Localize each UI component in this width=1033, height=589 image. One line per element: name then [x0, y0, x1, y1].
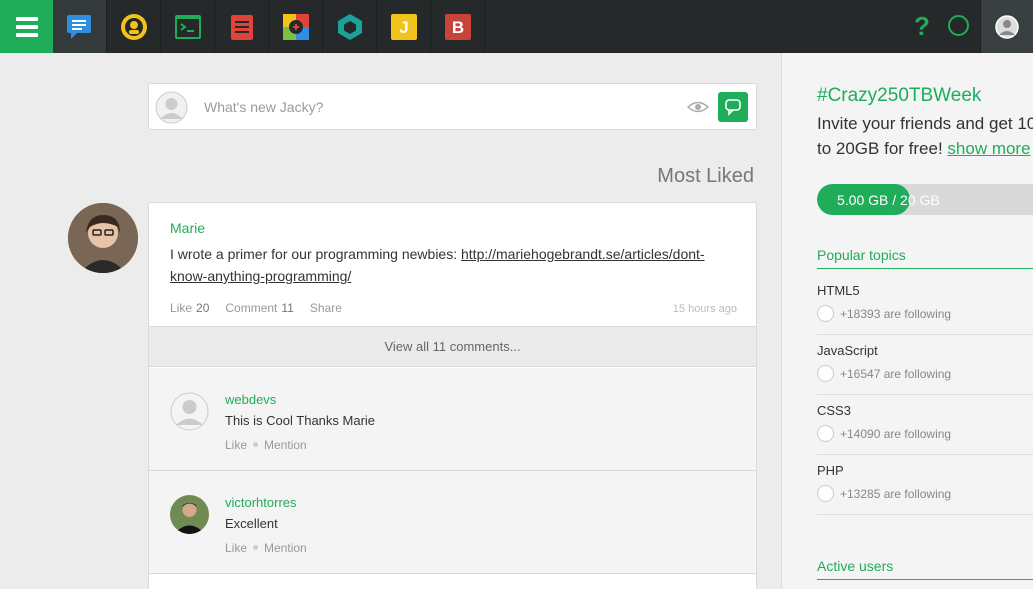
notes-app-icon[interactable] — [215, 0, 269, 53]
follower-avatar-icon — [817, 365, 834, 382]
online-status-icon[interactable] — [948, 15, 969, 36]
post-button[interactable] — [718, 92, 748, 122]
comment-text: Excellent — [225, 516, 278, 531]
comment-avatar[interactable] — [170, 392, 209, 431]
visibility-eye-icon[interactable] — [687, 98, 709, 116]
status-input[interactable] — [204, 96, 674, 118]
messages-app-icon[interactable] — [53, 0, 107, 53]
post-author[interactable]: Marie — [170, 220, 205, 236]
follower-avatar-icon — [817, 305, 834, 322]
topic-item[interactable]: CSS3 +14090 are following — [817, 395, 1033, 455]
topic-item[interactable]: iO — [817, 515, 1033, 525]
comment-actions: Like Mention — [225, 541, 307, 555]
promo-line-1: Invite your friends and get 10 — [817, 114, 1033, 133]
post-card: Marie I wrote a primer for our programmi… — [148, 202, 757, 589]
poster-avatar[interactable] — [68, 203, 138, 273]
user-avatar-icon — [995, 14, 1019, 39]
share-button[interactable]: Share — [310, 301, 342, 315]
right-sidebar: #Crazy250TBWeek Invite your friends and … — [781, 53, 1033, 589]
help-icon[interactable]: ? — [911, 10, 933, 42]
contacts-app-icon[interactable] — [107, 0, 161, 53]
topic-followers-count: +16547 are following — [840, 366, 952, 381]
like-count: 20 — [196, 301, 210, 315]
topic-followers: +14090 are following — [817, 425, 951, 442]
menu-icon[interactable] — [0, 0, 53, 53]
hexagon-app-icon[interactable] — [323, 0, 377, 53]
topic-followers: +16547 are following — [817, 365, 951, 382]
follower-avatar-icon — [817, 425, 834, 442]
topic-followers-count: +14090 are following — [840, 426, 952, 441]
user-menu-button[interactable] — [980, 0, 1033, 53]
comment-avatar[interactable] — [170, 495, 209, 534]
post-actions: Like 20 Comment 11 Share — [170, 301, 342, 315]
post-text-prefix: I wrote a primer for our programming new… — [170, 246, 461, 262]
topic-followers-count: +18393 are following — [840, 306, 952, 321]
promo-hashtag[interactable]: #Crazy250TBWeek — [817, 85, 981, 107]
like-button[interactable]: Like — [170, 301, 192, 315]
comment-item: webdevs This is Cool Thanks Marie Like Me… — [149, 368, 756, 471]
active-users-title: Active users — [817, 558, 1033, 580]
view-all-comments-link[interactable]: View all 11 comments... — [149, 326, 756, 367]
topic-name[interactable]: CSS3 — [817, 403, 851, 418]
feed: Most Liked Marie I wrote a primer for ou… — [0, 53, 781, 589]
storage-label: 5.00 GB / 20 GB — [837, 192, 940, 208]
comment-like-button[interactable]: Like — [225, 438, 247, 452]
comment-text: This is Cool Thanks Marie — [225, 413, 376, 428]
comment-mention-button[interactable]: Mention — [264, 541, 307, 555]
topic-followers: +13285 are following — [817, 485, 951, 502]
comment-button[interactable]: Comment — [225, 301, 277, 315]
post-timestamp: 15 hours ago — [672, 303, 737, 315]
post-text: I wrote a primer for our programming new… — [170, 243, 730, 287]
topic-name[interactable]: iO — [817, 523, 830, 525]
section-title: Most Liked — [657, 165, 754, 187]
promo-text: Invite your friends and get 10 to 20GB f… — [817, 111, 1033, 161]
topic-item[interactable]: HTML5 +18393 are following — [817, 275, 1033, 335]
topic-followers-count: +13285 are following — [840, 486, 952, 501]
comment-like-button[interactable]: Like — [225, 541, 247, 555]
svg-text:J: J — [399, 18, 408, 37]
tools-app-icon[interactable] — [269, 0, 323, 53]
post-composer — [148, 83, 757, 130]
popular-topics-title: Popular topics — [817, 247, 1033, 269]
topic-name[interactable]: JavaScript — [817, 343, 878, 358]
svg-text:B: B — [451, 18, 463, 37]
comment-author[interactable]: victorhtorres — [225, 495, 297, 510]
composer-avatar — [155, 91, 188, 124]
topic-followers: +18393 are following — [817, 305, 951, 322]
topic-item[interactable]: PHP +13285 are following — [817, 455, 1033, 515]
comment-item: victorhtorres Excellent Like Mention — [149, 471, 756, 574]
j-app-icon[interactable]: J — [377, 0, 431, 53]
follower-avatar-icon — [817, 485, 834, 502]
promo-line-2: to 20GB for free! — [817, 139, 948, 158]
topic-name[interactable]: PHP — [817, 463, 844, 478]
show-more-link[interactable]: show more — [947, 139, 1030, 158]
speech-bubble-icon — [725, 99, 741, 116]
popular-topics-list: HTML5 +18393 are following JavaScript +1654… — [817, 275, 1033, 525]
terminal-app-icon[interactable] — [161, 0, 215, 53]
comment-author[interactable]: webdevs — [225, 392, 276, 407]
top-bar: J B ? — [0, 0, 1033, 53]
b-app-icon[interactable]: B — [431, 0, 485, 53]
comment-actions: Like Mention — [225, 438, 307, 452]
storage-progress-bar: 5.00 GB / 20 GB — [817, 184, 1033, 215]
topic-name[interactable]: HTML5 — [817, 283, 860, 298]
comment-count: 11 — [281, 301, 294, 315]
topic-item[interactable]: JavaScript +16547 are following — [817, 335, 1033, 395]
comment-mention-button[interactable]: Mention — [264, 438, 307, 452]
